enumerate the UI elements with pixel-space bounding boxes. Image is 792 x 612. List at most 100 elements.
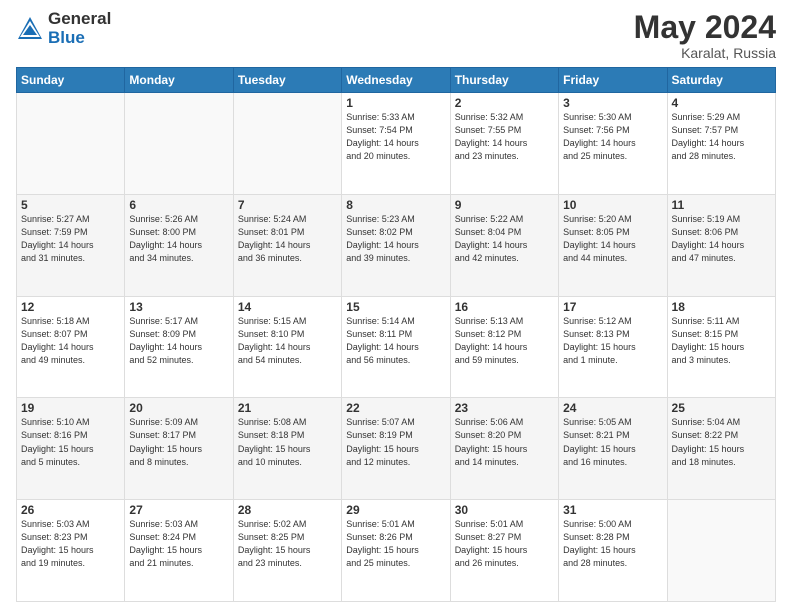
day-info: Sunrise: 5:08 AM Sunset: 8:18 PM Dayligh… (238, 416, 337, 468)
day-info: Sunrise: 5:22 AM Sunset: 8:04 PM Dayligh… (455, 213, 554, 265)
day-number: 24 (563, 401, 662, 415)
calendar-cell: 6Sunrise: 5:26 AM Sunset: 8:00 PM Daylig… (125, 194, 233, 296)
day-info: Sunrise: 5:29 AM Sunset: 7:57 PM Dayligh… (672, 111, 771, 163)
page: General Blue May 2024 Karalat, Russia Su… (0, 0, 792, 612)
calendar-cell: 8Sunrise: 5:23 AM Sunset: 8:02 PM Daylig… (342, 194, 450, 296)
day-number: 20 (129, 401, 228, 415)
week-row-2: 5Sunrise: 5:27 AM Sunset: 7:59 PM Daylig… (17, 194, 776, 296)
day-number: 23 (455, 401, 554, 415)
calendar-cell: 7Sunrise: 5:24 AM Sunset: 8:01 PM Daylig… (233, 194, 341, 296)
calendar-cell: 2Sunrise: 5:32 AM Sunset: 7:55 PM Daylig… (450, 93, 558, 195)
calendar-cell (125, 93, 233, 195)
calendar-cell: 29Sunrise: 5:01 AM Sunset: 8:26 PM Dayli… (342, 500, 450, 602)
col-thursday: Thursday (450, 68, 558, 93)
calendar-cell: 3Sunrise: 5:30 AM Sunset: 7:56 PM Daylig… (559, 93, 667, 195)
day-number: 2 (455, 96, 554, 110)
col-friday: Friday (559, 68, 667, 93)
day-info: Sunrise: 5:33 AM Sunset: 7:54 PM Dayligh… (346, 111, 445, 163)
day-info: Sunrise: 5:00 AM Sunset: 8:28 PM Dayligh… (563, 518, 662, 570)
day-number: 26 (21, 503, 120, 517)
day-info: Sunrise: 5:17 AM Sunset: 8:09 PM Dayligh… (129, 315, 228, 367)
day-info: Sunrise: 5:05 AM Sunset: 8:21 PM Dayligh… (563, 416, 662, 468)
day-info: Sunrise: 5:19 AM Sunset: 8:06 PM Dayligh… (672, 213, 771, 265)
day-info: Sunrise: 5:13 AM Sunset: 8:12 PM Dayligh… (455, 315, 554, 367)
logo-icon (16, 15, 44, 43)
day-number: 13 (129, 300, 228, 314)
day-info: Sunrise: 5:01 AM Sunset: 8:27 PM Dayligh… (455, 518, 554, 570)
day-number: 21 (238, 401, 337, 415)
day-info: Sunrise: 5:20 AM Sunset: 8:05 PM Dayligh… (563, 213, 662, 265)
day-number: 17 (563, 300, 662, 314)
calendar-cell: 26Sunrise: 5:03 AM Sunset: 8:23 PM Dayli… (17, 500, 125, 602)
day-info: Sunrise: 5:23 AM Sunset: 8:02 PM Dayligh… (346, 213, 445, 265)
calendar-cell: 19Sunrise: 5:10 AM Sunset: 8:16 PM Dayli… (17, 398, 125, 500)
calendar-cell: 9Sunrise: 5:22 AM Sunset: 8:04 PM Daylig… (450, 194, 558, 296)
day-number: 29 (346, 503, 445, 517)
day-number: 7 (238, 198, 337, 212)
calendar-cell: 30Sunrise: 5:01 AM Sunset: 8:27 PM Dayli… (450, 500, 558, 602)
day-info: Sunrise: 5:07 AM Sunset: 8:19 PM Dayligh… (346, 416, 445, 468)
day-info: Sunrise: 5:03 AM Sunset: 8:23 PM Dayligh… (21, 518, 120, 570)
day-number: 3 (563, 96, 662, 110)
col-tuesday: Tuesday (233, 68, 341, 93)
day-info: Sunrise: 5:30 AM Sunset: 7:56 PM Dayligh… (563, 111, 662, 163)
calendar-cell: 21Sunrise: 5:08 AM Sunset: 8:18 PM Dayli… (233, 398, 341, 500)
day-number: 16 (455, 300, 554, 314)
week-row-5: 26Sunrise: 5:03 AM Sunset: 8:23 PM Dayli… (17, 500, 776, 602)
day-info: Sunrise: 5:15 AM Sunset: 8:10 PM Dayligh… (238, 315, 337, 367)
day-info: Sunrise: 5:32 AM Sunset: 7:55 PM Dayligh… (455, 111, 554, 163)
calendar-cell: 25Sunrise: 5:04 AM Sunset: 8:22 PM Dayli… (667, 398, 775, 500)
calendar-cell: 12Sunrise: 5:18 AM Sunset: 8:07 PM Dayli… (17, 296, 125, 398)
calendar-cell: 28Sunrise: 5:02 AM Sunset: 8:25 PM Dayli… (233, 500, 341, 602)
calendar-cell: 20Sunrise: 5:09 AM Sunset: 8:17 PM Dayli… (125, 398, 233, 500)
col-sunday: Sunday (17, 68, 125, 93)
day-number: 4 (672, 96, 771, 110)
week-row-1: 1Sunrise: 5:33 AM Sunset: 7:54 PM Daylig… (17, 93, 776, 195)
calendar-cell (17, 93, 125, 195)
day-info: Sunrise: 5:12 AM Sunset: 8:13 PM Dayligh… (563, 315, 662, 367)
day-info: Sunrise: 5:27 AM Sunset: 7:59 PM Dayligh… (21, 213, 120, 265)
day-number: 15 (346, 300, 445, 314)
day-number: 22 (346, 401, 445, 415)
day-number: 19 (21, 401, 120, 415)
logo: General Blue (16, 10, 111, 47)
calendar-cell: 5Sunrise: 5:27 AM Sunset: 7:59 PM Daylig… (17, 194, 125, 296)
calendar-cell: 14Sunrise: 5:15 AM Sunset: 8:10 PM Dayli… (233, 296, 341, 398)
day-info: Sunrise: 5:10 AM Sunset: 8:16 PM Dayligh… (21, 416, 120, 468)
week-row-3: 12Sunrise: 5:18 AM Sunset: 8:07 PM Dayli… (17, 296, 776, 398)
calendar-cell: 18Sunrise: 5:11 AM Sunset: 8:15 PM Dayli… (667, 296, 775, 398)
location: Karalat, Russia (634, 45, 776, 61)
week-row-4: 19Sunrise: 5:10 AM Sunset: 8:16 PM Dayli… (17, 398, 776, 500)
day-number: 31 (563, 503, 662, 517)
day-number: 1 (346, 96, 445, 110)
col-wednesday: Wednesday (342, 68, 450, 93)
day-number: 14 (238, 300, 337, 314)
day-info: Sunrise: 5:09 AM Sunset: 8:17 PM Dayligh… (129, 416, 228, 468)
calendar-cell: 24Sunrise: 5:05 AM Sunset: 8:21 PM Dayli… (559, 398, 667, 500)
day-number: 9 (455, 198, 554, 212)
day-info: Sunrise: 5:11 AM Sunset: 8:15 PM Dayligh… (672, 315, 771, 367)
day-number: 28 (238, 503, 337, 517)
calendar-cell: 27Sunrise: 5:03 AM Sunset: 8:24 PM Dayli… (125, 500, 233, 602)
calendar-cell: 16Sunrise: 5:13 AM Sunset: 8:12 PM Dayli… (450, 296, 558, 398)
calendar-cell: 4Sunrise: 5:29 AM Sunset: 7:57 PM Daylig… (667, 93, 775, 195)
calendar-header-row: Sunday Monday Tuesday Wednesday Thursday… (17, 68, 776, 93)
day-info: Sunrise: 5:18 AM Sunset: 8:07 PM Dayligh… (21, 315, 120, 367)
logo-blue-text: Blue (48, 29, 111, 48)
logo-text: General Blue (48, 10, 111, 47)
calendar-cell: 11Sunrise: 5:19 AM Sunset: 8:06 PM Dayli… (667, 194, 775, 296)
day-number: 18 (672, 300, 771, 314)
day-info: Sunrise: 5:14 AM Sunset: 8:11 PM Dayligh… (346, 315, 445, 367)
day-info: Sunrise: 5:26 AM Sunset: 8:00 PM Dayligh… (129, 213, 228, 265)
day-number: 30 (455, 503, 554, 517)
day-info: Sunrise: 5:24 AM Sunset: 8:01 PM Dayligh… (238, 213, 337, 265)
day-info: Sunrise: 5:02 AM Sunset: 8:25 PM Dayligh… (238, 518, 337, 570)
day-info: Sunrise: 5:06 AM Sunset: 8:20 PM Dayligh… (455, 416, 554, 468)
logo-general-text: General (48, 10, 111, 29)
col-saturday: Saturday (667, 68, 775, 93)
day-number: 27 (129, 503, 228, 517)
title-block: May 2024 Karalat, Russia (634, 10, 776, 61)
day-number: 5 (21, 198, 120, 212)
day-number: 12 (21, 300, 120, 314)
calendar-cell (233, 93, 341, 195)
